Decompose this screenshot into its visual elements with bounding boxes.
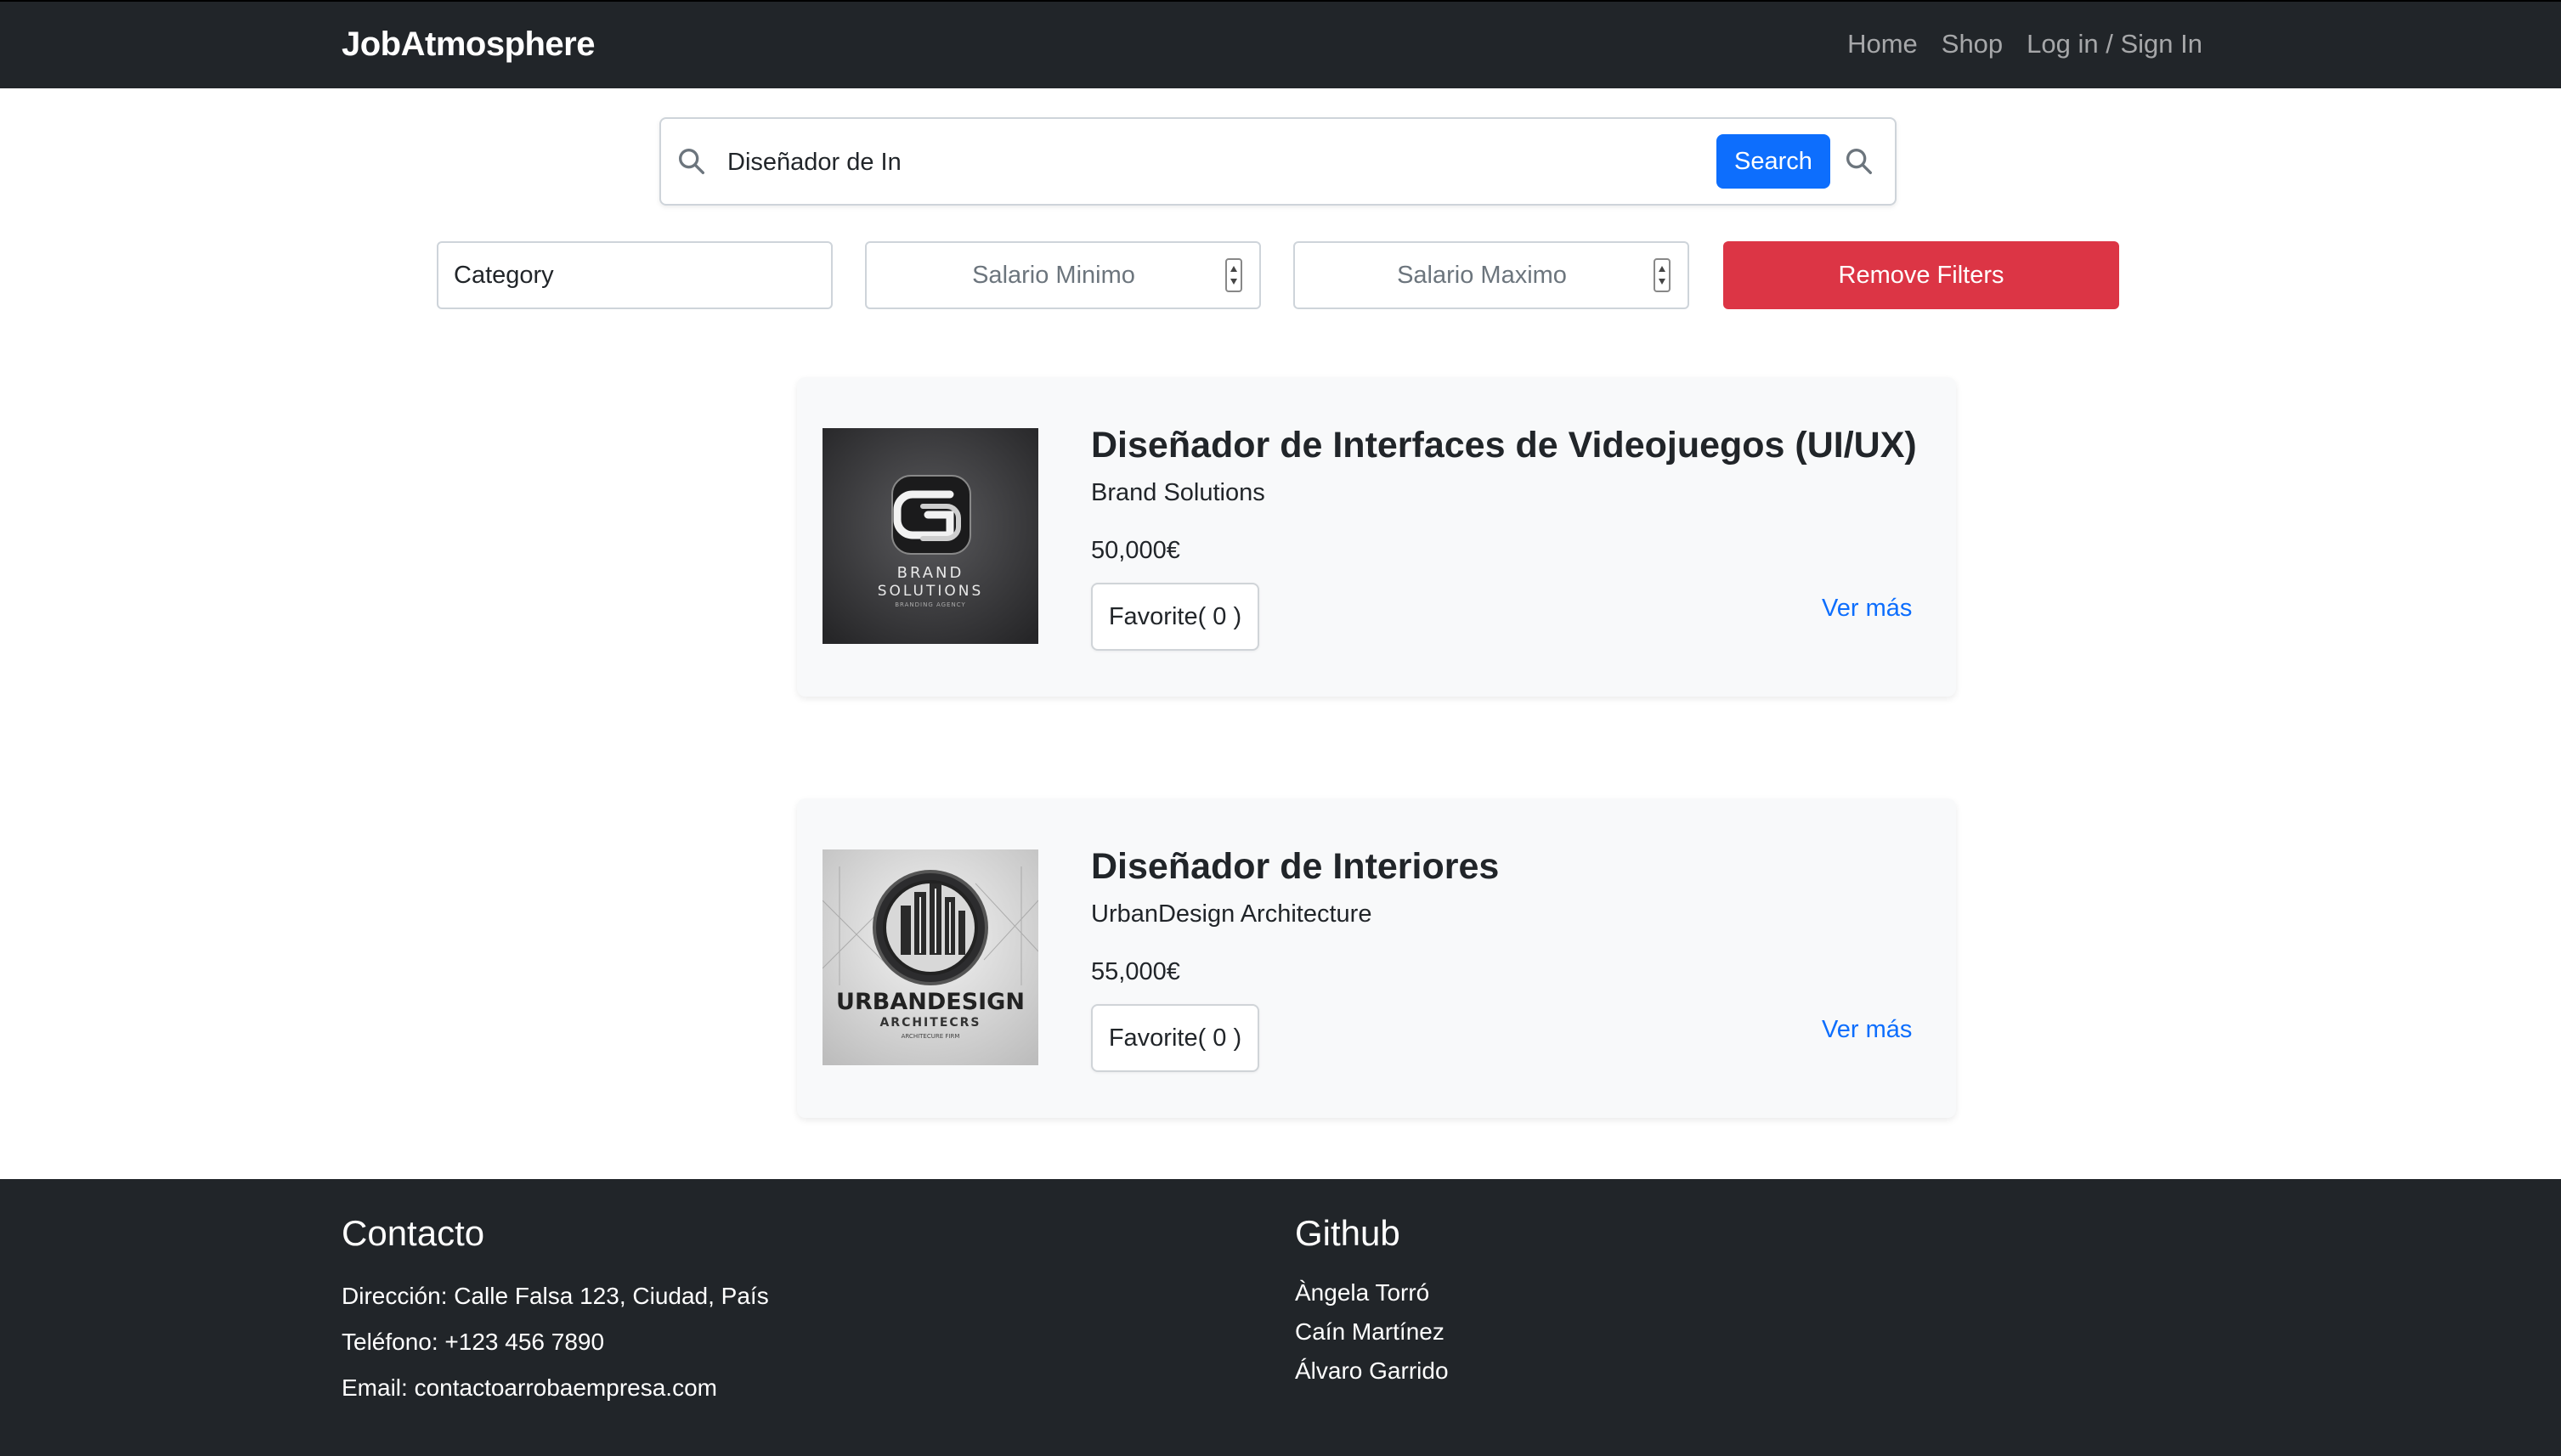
github-heading: Github (1295, 1213, 1400, 1253)
nav-link-home[interactable]: Home (1847, 29, 1918, 59)
footer: Contacto Dirección: Calle Falsa 123, Ciu… (0, 1179, 2561, 1456)
ver-mas-link[interactable]: Ver más (1822, 1016, 1912, 1044)
search-input[interactable] (727, 136, 1679, 189)
contact-phone: Teléfono: +123 456 7890 (342, 1329, 605, 1355)
contact-heading: Contacto (342, 1213, 485, 1253)
navbar: JobAtmosphere Home Shop Log in / Sign In (0, 0, 2561, 88)
brand-logo-text[interactable]: JobAtmosphere (342, 25, 596, 64)
github-member-link[interactable]: Álvaro Garrido (1295, 1357, 1449, 1385)
search-bar: Search (659, 117, 1897, 206)
search-button[interactable]: Search (1716, 134, 1830, 189)
logo-text: BRAND (897, 564, 964, 582)
search-icon (679, 149, 704, 174)
ver-mas-link[interactable]: Ver más (1822, 595, 1912, 623)
nav-link-shop[interactable]: Shop (1942, 29, 2003, 59)
job-title: Diseñador de Interiores (1091, 846, 1500, 887)
github-member-link[interactable]: Caín Martínez (1295, 1318, 1444, 1346)
category-select-label: Category (454, 262, 554, 289)
category-select[interactable]: Category (437, 241, 833, 309)
company-logo-brand-solutions: BRAND SOLUTIONS BRANDING AGENCY (823, 428, 1038, 644)
company-name: Brand Solutions (1091, 479, 1265, 506)
contact-address: Dirección: Calle Falsa 123, Ciudad, País (342, 1283, 769, 1309)
salary-max-input[interactable]: Salario Maximo (1293, 241, 1689, 309)
salary-max-placeholder: Salario Maximo (1397, 262, 1567, 289)
logo-text: ARCHITECRS (879, 1016, 981, 1030)
job-card: BRAND SOLUTIONS BRANDING AGENCY Diseñado… (797, 377, 1956, 697)
remove-filters-button[interactable]: Remove Filters (1723, 241, 2119, 309)
github-member-link[interactable]: Àngela Torró (1295, 1279, 1429, 1306)
job-title: Diseñador de Interfaces de Videojuegos (… (1091, 425, 1917, 466)
logo-text: URBANDESIGN (836, 989, 1025, 1015)
contact-email: Email: contactoarrobaempresa.com (342, 1374, 717, 1401)
company-logo-urbandesign: URBANDESIGN ARCHITECRS ARCHITECURE FIRM (823, 849, 1038, 1065)
job-salary: 50,000€ (1091, 537, 1180, 564)
salary-min-stepper[interactable] (1225, 258, 1242, 292)
nav-links: Home Shop Log in / Sign In (1847, 29, 2202, 59)
salary-min-placeholder: Salario Minimo (972, 262, 1135, 289)
favorite-button[interactable]: Favorite( 0 ) (1091, 1004, 1259, 1072)
salary-min-input[interactable]: Salario Minimo (865, 241, 1261, 309)
nav-link-login[interactable]: Log in / Sign In (2027, 29, 2202, 59)
salary-max-stepper[interactable] (1654, 258, 1671, 292)
logo-text: BRANDING AGENCY (895, 601, 966, 608)
job-salary: 55,000€ (1091, 958, 1180, 985)
urbandesign-logo-image: URBANDESIGN ARCHITECRS ARCHITECURE FIRM (823, 849, 1038, 1065)
search-icon[interactable] (1842, 144, 1876, 178)
company-name: UrbanDesign Architecture (1091, 900, 1372, 928)
job-card: URBANDESIGN ARCHITECRS ARCHITECURE FIRM … (797, 799, 1956, 1118)
logo-text: SOLUTIONS (878, 583, 984, 600)
favorite-button[interactable]: Favorite( 0 ) (1091, 583, 1259, 651)
logo-text: ARCHITECURE FIRM (902, 1033, 960, 1040)
brand-solutions-logo-image: BRAND SOLUTIONS BRANDING AGENCY (823, 428, 1038, 644)
